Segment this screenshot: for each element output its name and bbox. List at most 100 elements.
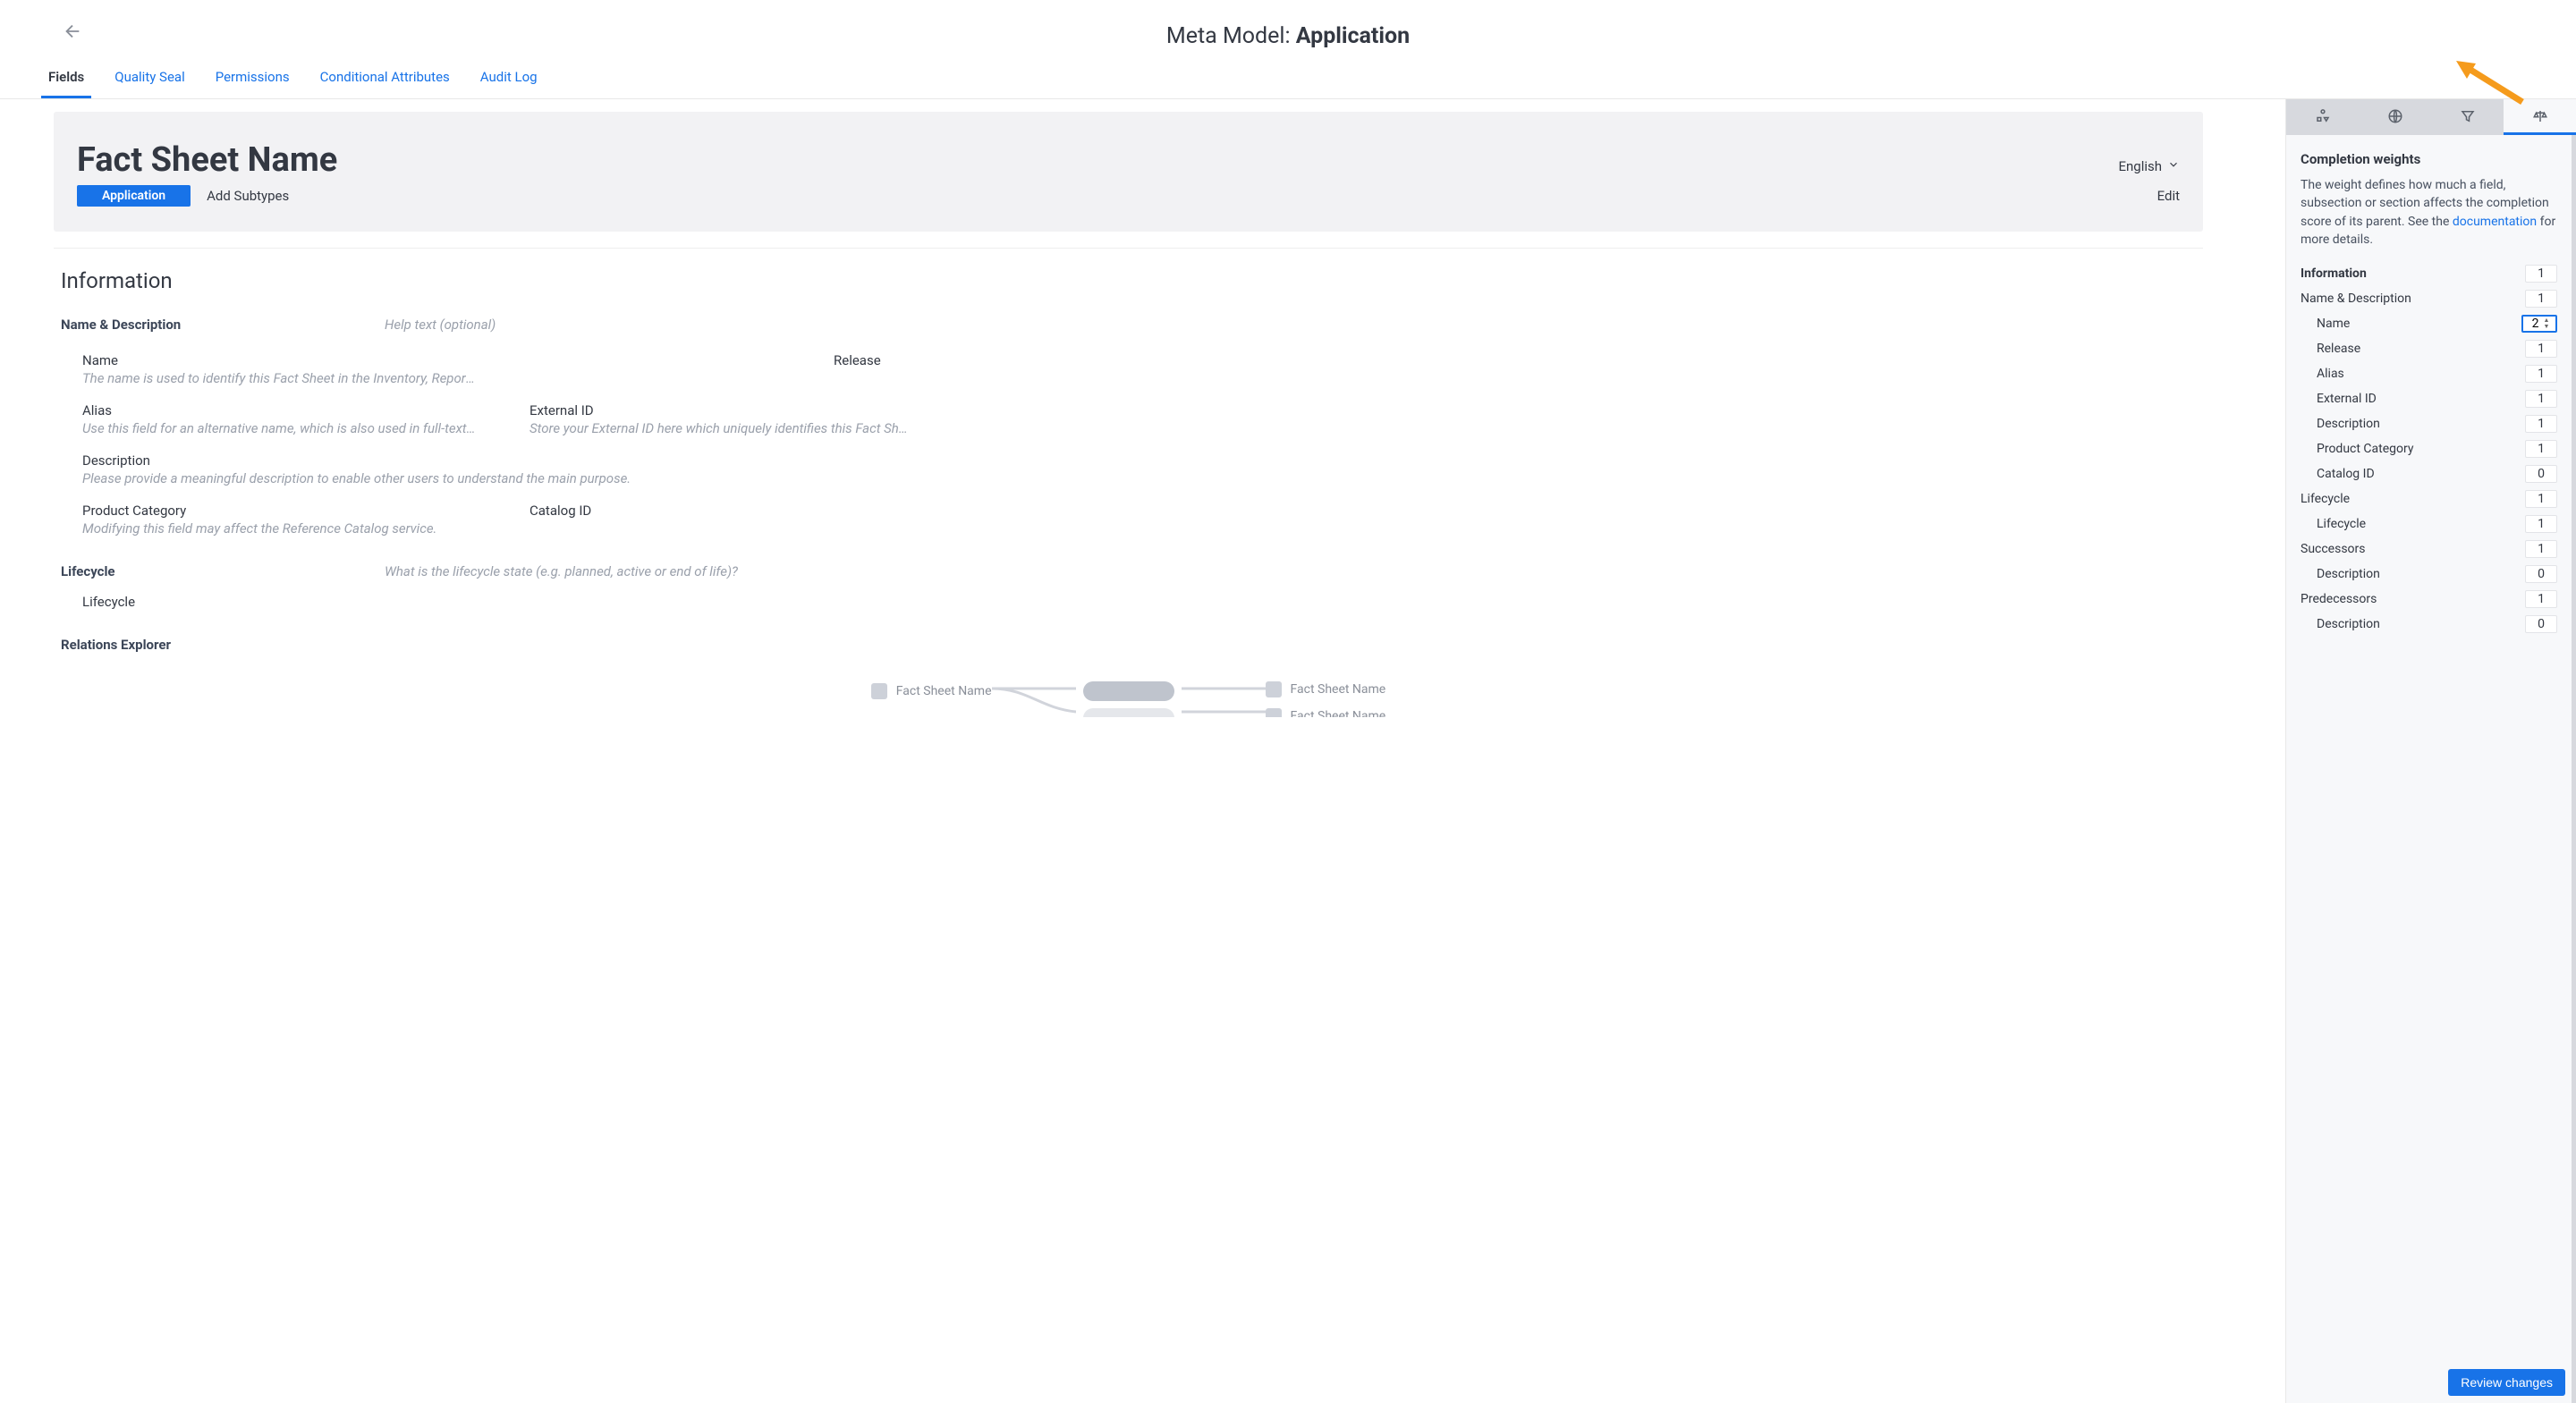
weight-label: External ID <box>2301 392 2377 406</box>
field-help: Store your External ID here which unique… <box>530 420 914 436</box>
edit-link[interactable]: Edit <box>2157 188 2180 204</box>
field-row: Alias Use this field for an alternative … <box>82 402 2196 436</box>
weight-label: Description <box>2301 417 2380 431</box>
field-label: Product Category <box>82 503 530 519</box>
documentation-link[interactable]: documentation <box>2453 215 2537 229</box>
weight-value[interactable]: 0 <box>2525 565 2557 583</box>
weight-row: Description 0 <box>2301 612 2557 637</box>
content-wrap: Fact Sheet Name English Application Add … <box>0 99 2576 1403</box>
relations-right-node[interactable]: Fact Sheet Name <box>1266 681 1386 697</box>
weight-value[interactable]: 1 <box>2525 590 2557 608</box>
relations-right-node[interactable]: Fact Sheet Name <box>1266 708 1386 717</box>
field-help: Use this field for an alternative name, … <box>82 420 476 436</box>
relations-center-pills <box>1076 681 1182 717</box>
information-heading: Information <box>61 268 2196 293</box>
weight-label: Information <box>2301 266 2367 281</box>
chevron-down-icon <box>2167 158 2180 174</box>
name-description-fields: Name The name is used to identify this F… <box>61 352 2196 537</box>
weight-value[interactable]: 1 <box>2525 415 2557 433</box>
weights-list: Information 1 Name & Description 1 Name ▲▼ Rel… <box>2301 261 2557 637</box>
spinner-icon[interactable]: ▲▼ <box>2544 317 2552 330</box>
weight-row: External ID 1 <box>2301 386 2557 411</box>
field-label: Release <box>834 352 881 386</box>
node-label: Fact Sheet Name <box>1291 709 1386 717</box>
weight-value[interactable]: 1 <box>2525 340 2557 358</box>
field-label: Alias <box>82 402 530 418</box>
relations-heading: Relations Explorer <box>61 637 2196 653</box>
field-label: Catalog ID <box>530 503 914 519</box>
connector-curve-icon <box>1182 681 1266 717</box>
weight-label: Release <box>2301 342 2360 356</box>
rp-tab-weights[interactable] <box>2504 99 2576 135</box>
weight-row: Successors1 <box>2301 537 2557 562</box>
relation-pill[interactable] <box>1083 708 1174 717</box>
tab-permissions[interactable]: Permissions <box>208 60 297 98</box>
main-column: Fact Sheet Name English Application Add … <box>0 99 2285 1403</box>
tab-conditional-attributes[interactable]: Conditional Attributes <box>313 60 457 98</box>
weight-value[interactable]: 1 <box>2525 440 2557 458</box>
right-panel-body: Completion weights The weight defines ho… <box>2286 135 2576 1403</box>
relation-pill[interactable] <box>1083 681 1174 701</box>
weight-value[interactable]: 1 <box>2525 390 2557 408</box>
language-selector[interactable]: English <box>2118 158 2180 174</box>
weight-input[interactable] <box>2528 317 2544 331</box>
right-panel-tabs <box>2286 99 2576 135</box>
weight-row: Product Category1 <box>2301 436 2557 461</box>
weight-input-active[interactable]: ▲▼ <box>2521 315 2557 333</box>
weight-row: Description 0 <box>2301 562 2557 587</box>
lifecycle-field: Lifecycle <box>61 594 2196 610</box>
weight-value[interactable]: 1 <box>2525 490 2557 508</box>
node-label: Fact Sheet Name <box>1291 682 1386 697</box>
add-subtypes-link[interactable]: Add Subtypes <box>207 188 289 204</box>
rp-tab-globe[interactable] <box>2359 99 2431 135</box>
back-arrow-icon[interactable] <box>63 21 82 41</box>
weight-label: Description <box>2301 617 2380 631</box>
field-help: Modifying this field may affect the Refe… <box>82 520 476 537</box>
field-row: Product Category Modifying this field ma… <box>82 503 2196 537</box>
page-title-prefix: Meta Model: <box>1166 23 1296 49</box>
weight-value[interactable]: 1 <box>2525 540 2557 558</box>
field-help: Please provide a meaningful description … <box>82 470 631 486</box>
name-description-help: Help text (optional) <box>385 317 496 333</box>
weight-label: Description <box>2301 567 2380 581</box>
field-label: Name <box>82 352 530 368</box>
weight-row: Predecessors 1 <box>2301 587 2557 612</box>
weight-label: Alias <box>2301 367 2344 381</box>
tab-audit-log[interactable]: Audit Log <box>473 60 545 98</box>
information-section: Information Name & Description Help text… <box>54 248 2203 717</box>
weight-row: Catalog ID0 <box>2301 461 2557 486</box>
weight-row: Alias 1 <box>2301 361 2557 386</box>
relations-left-node[interactable]: Fact Sheet Name <box>871 683 992 699</box>
language-label: English <box>2118 158 2162 174</box>
weight-row: Information 1 <box>2301 261 2557 286</box>
weight-label: Lifecycle <box>2301 492 2350 506</box>
weight-label: Name <box>2301 317 2350 331</box>
completion-weights-desc: The weight defines how much a field, sub… <box>2301 176 2557 249</box>
node-square-icon <box>1266 708 1282 717</box>
weight-value[interactable]: 1 <box>2525 365 2557 383</box>
lifecycle-subsection: Lifecycle What is the lifecycle state (e… <box>61 563 2196 579</box>
weight-value[interactable]: 1 <box>2525 290 2557 308</box>
name-description-label: Name & Description <box>61 317 385 333</box>
weight-value[interactable]: 1 <box>2525 265 2557 283</box>
page-title: Meta Model: Application <box>0 0 2576 60</box>
lifecycle-help: What is the lifecycle state (e.g. planne… <box>385 563 738 579</box>
tab-fields[interactable]: Fields <box>41 60 91 98</box>
rp-tab-structure[interactable] <box>2286 99 2359 135</box>
review-changes-button[interactable]: Review changes <box>2448 1369 2565 1396</box>
relations-diagram: Fact Sheet Name Fact Sheet Name <box>61 667 2196 717</box>
weight-row: Name ▲▼ <box>2301 311 2557 336</box>
rp-tab-filter[interactable] <box>2431 99 2504 135</box>
weight-label: Predecessors <box>2301 592 2377 606</box>
application-badge[interactable]: Application <box>77 185 191 207</box>
weight-label: Name & Description <box>2301 292 2411 306</box>
relations-right-list: Fact Sheet Name Fact Sheet Name <box>1266 681 1386 717</box>
node-label: Fact Sheet Name <box>896 684 992 698</box>
weight-row: Lifecycle 1 <box>2301 486 2557 511</box>
node-square-icon <box>1266 681 1282 697</box>
weight-value[interactable]: 0 <box>2525 615 2557 633</box>
weight-value[interactable]: 0 <box>2525 465 2557 483</box>
node-square-icon <box>871 683 887 699</box>
tab-quality-seal[interactable]: Quality Seal <box>107 60 191 98</box>
weight-value[interactable]: 1 <box>2525 515 2557 533</box>
